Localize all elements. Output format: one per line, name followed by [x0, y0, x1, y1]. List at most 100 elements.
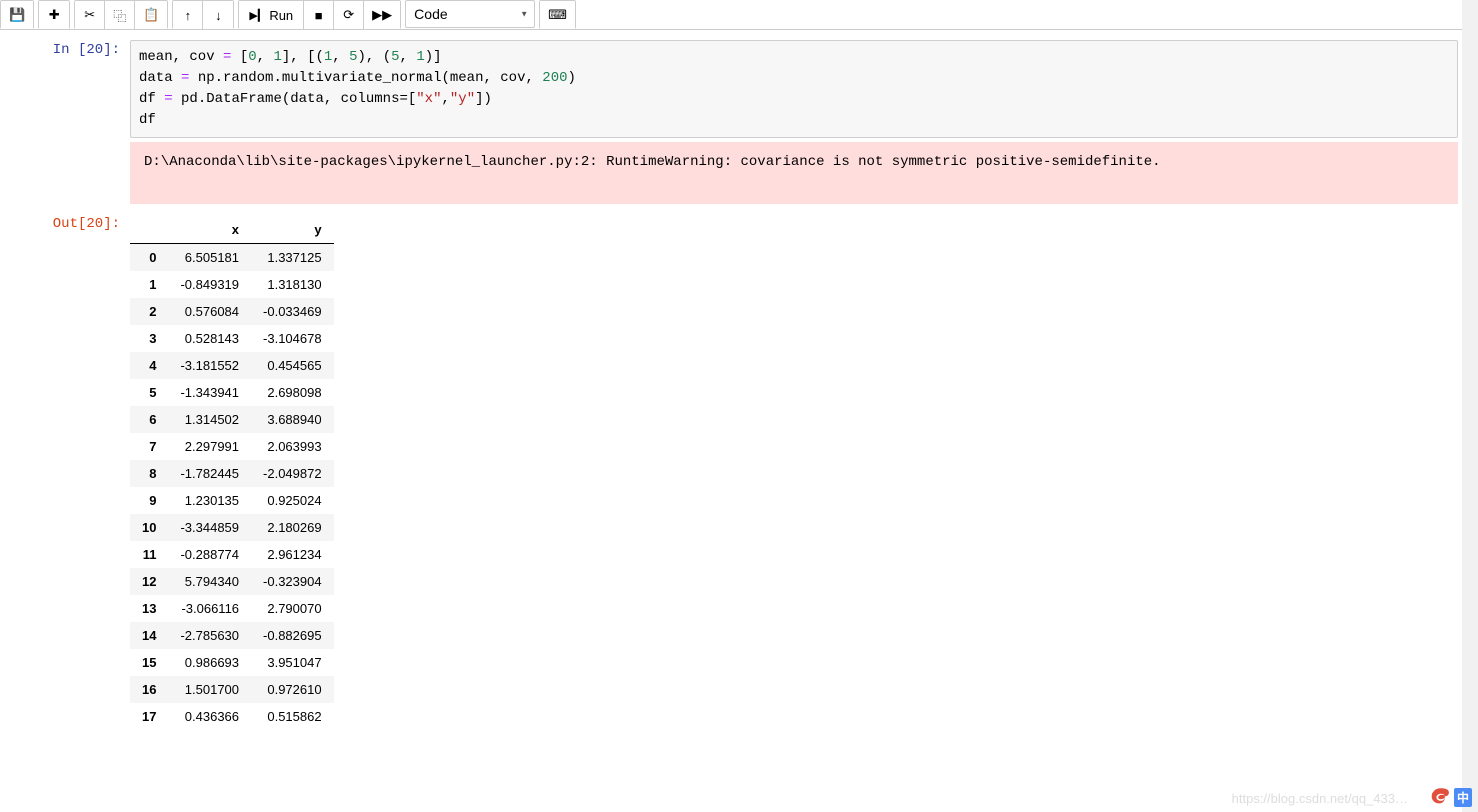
- cell-x: -3.066116: [168, 595, 251, 622]
- row-index: 0: [130, 244, 168, 272]
- cell-y: 1.318130: [251, 271, 334, 298]
- arrow-up-icon: ↑: [185, 8, 192, 23]
- stop-icon: ■: [315, 8, 323, 23]
- arrow-down-icon: ↓: [215, 8, 222, 23]
- ime-badge[interactable]: 中: [1454, 788, 1472, 807]
- output-prompt: Out[20]:: [20, 214, 130, 730]
- table-row: 06.5051811.337125: [130, 244, 334, 272]
- cell-x: -1.782445: [168, 460, 251, 487]
- row-index: 10: [130, 514, 168, 541]
- row-index: 15: [130, 649, 168, 676]
- row-index: 1: [130, 271, 168, 298]
- cell-x: -1.343941: [168, 379, 251, 406]
- table-row: 14-2.785630-0.882695: [130, 622, 334, 649]
- cell-x: 1.501700: [168, 676, 251, 703]
- cell-y: 3.688940: [251, 406, 334, 433]
- cell-y: 0.972610: [251, 676, 334, 703]
- restart-icon: ⟳: [343, 7, 354, 23]
- cell-x: -0.288774: [168, 541, 251, 568]
- cell-x: 6.505181: [168, 244, 251, 272]
- table-row: 20.576084-0.033469: [130, 298, 334, 325]
- cell-y: 0.925024: [251, 487, 334, 514]
- run-button[interactable]: ▶▎ Run: [239, 1, 304, 29]
- csdn-logo-icon: [1430, 786, 1452, 808]
- row-index: 9: [130, 487, 168, 514]
- cell-y: 2.790070: [251, 595, 334, 622]
- index-header: [130, 216, 168, 244]
- cell-y: 2.698098: [251, 379, 334, 406]
- code-input[interactable]: mean, cov = [0, 1], [(1, 5), (5, 1)] dat…: [130, 40, 1458, 138]
- row-index: 5: [130, 379, 168, 406]
- cell-y: 2.063993: [251, 433, 334, 460]
- stderr-output: D:\Anaconda\lib\site-packages\ipykernel_…: [130, 142, 1458, 204]
- table-row: 11-0.2887742.961234: [130, 541, 334, 568]
- move-up-button[interactable]: ↑: [173, 1, 203, 29]
- cell-y: 3.951047: [251, 649, 334, 676]
- dataframe-table: x y 06.5051811.3371251-0.8493191.3181302…: [130, 216, 334, 730]
- notebook-area: In [20]: mean, cov = [0, 1], [(1, 5), (5…: [0, 40, 1478, 750]
- code-cell: In [20]: mean, cov = [0, 1], [(1, 5), (5…: [20, 40, 1458, 204]
- row-index: 14: [130, 622, 168, 649]
- cell-x: -3.344859: [168, 514, 251, 541]
- cell-y: -0.882695: [251, 622, 334, 649]
- row-index: 6: [130, 406, 168, 433]
- paste-button[interactable]: 📋: [135, 1, 167, 29]
- table-row: 13-3.0661162.790070: [130, 595, 334, 622]
- cell-x: 0.576084: [168, 298, 251, 325]
- row-index: 11: [130, 541, 168, 568]
- move-down-button[interactable]: ↓: [203, 1, 233, 29]
- table-row: 170.4363660.515862: [130, 703, 334, 730]
- cell-y: 0.454565: [251, 352, 334, 379]
- col-header-x: x: [168, 216, 251, 244]
- scissors-icon: ✂: [84, 7, 95, 23]
- cell-y: 0.515862: [251, 703, 334, 730]
- cell-x: 2.297991: [168, 433, 251, 460]
- fast-forward-icon: ▶▶: [372, 7, 392, 23]
- run-icon: ▶▎: [249, 9, 266, 22]
- restart-button[interactable]: ⟳: [334, 1, 364, 29]
- copy-button[interactable]: ⿻: [105, 1, 135, 29]
- cell-x: 1.230135: [168, 487, 251, 514]
- table-row: 30.528143-3.104678: [130, 325, 334, 352]
- cell-y: -0.323904: [251, 568, 334, 595]
- table-row: 161.5017000.972610: [130, 676, 334, 703]
- row-index: 8: [130, 460, 168, 487]
- cell-x: 0.436366: [168, 703, 251, 730]
- cell-x: 5.794340: [168, 568, 251, 595]
- run-label: Run: [269, 8, 293, 23]
- cell-x: 1.314502: [168, 406, 251, 433]
- notebook-toolbar: 💾 ✚ ✂ ⿻ 📋 ↑ ↓ ▶▎ Run ■ ⟳ ▶▶ Code ⌨: [0, 0, 1478, 30]
- row-index: 16: [130, 676, 168, 703]
- watermark: https://blog.csdn.net/qq_433…: [1232, 791, 1408, 806]
- save-icon: 💾: [9, 7, 25, 23]
- table-row: 150.9866933.951047: [130, 649, 334, 676]
- row-index: 7: [130, 433, 168, 460]
- input-prompt: In [20]:: [20, 40, 130, 204]
- table-row: 72.2979912.063993: [130, 433, 334, 460]
- table-row: 10-3.3448592.180269: [130, 514, 334, 541]
- cell-x: -2.785630: [168, 622, 251, 649]
- corner-widgets: 中: [1430, 786, 1472, 808]
- cell-x: -0.849319: [168, 271, 251, 298]
- vertical-scrollbar[interactable]: [1462, 0, 1478, 812]
- cell-y: -0.033469: [251, 298, 334, 325]
- table-row: 1-0.8493191.318130: [130, 271, 334, 298]
- copy-icon: ⿻: [113, 6, 126, 25]
- row-index: 3: [130, 325, 168, 352]
- insert-cell-button[interactable]: ✚: [39, 1, 69, 29]
- row-index: 12: [130, 568, 168, 595]
- col-header-y: y: [251, 216, 334, 244]
- command-palette-button[interactable]: ⌨: [540, 1, 575, 29]
- restart-run-all-button[interactable]: ▶▶: [364, 1, 400, 29]
- paste-icon: 📋: [143, 7, 159, 23]
- cut-button[interactable]: ✂: [75, 1, 105, 29]
- cell-type-select[interactable]: Code: [405, 0, 535, 28]
- row-index: 2: [130, 298, 168, 325]
- keyboard-icon: ⌨: [548, 7, 567, 23]
- cell-x: -3.181552: [168, 352, 251, 379]
- save-button[interactable]: 💾: [1, 1, 33, 29]
- cell-y: -3.104678: [251, 325, 334, 352]
- table-row: 4-3.1815520.454565: [130, 352, 334, 379]
- interrupt-button[interactable]: ■: [304, 1, 334, 29]
- cell-y: 2.961234: [251, 541, 334, 568]
